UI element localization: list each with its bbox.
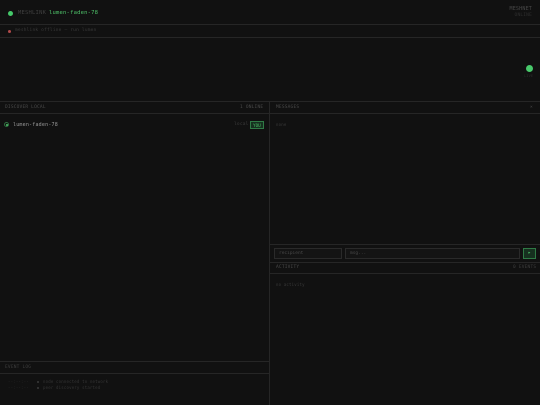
activity-header-divider <box>270 273 540 274</box>
events-top-divider <box>0 361 269 362</box>
session-status-text: meshlink offline — run lumen <box>15 28 97 33</box>
event-time: --:--:-- <box>8 379 29 384</box>
messages-header-divider <box>270 113 540 114</box>
event-text: peer discovery started <box>43 385 101 390</box>
peer-meta: local <box>234 122 249 127</box>
peer-name: lumen-faden-78 <box>13 122 58 128</box>
close-icon[interactable]: × <box>530 105 533 110</box>
event-text: node connected to network <box>43 379 109 384</box>
activity-top-divider <box>270 262 540 263</box>
status-dot <box>8 11 13 16</box>
event-time: --:--:-- <box>8 385 29 390</box>
node-name: lumen-faden-78 <box>49 10 99 16</box>
network-status: ONLINE <box>514 13 532 18</box>
network-name: MESHNET <box>509 6 532 12</box>
network-node-icon[interactable] <box>526 65 533 72</box>
event-bullet-icon <box>37 387 39 389</box>
panel-split-divider <box>269 101 270 405</box>
app-label: MESHLINK <box>18 10 47 16</box>
peer-status-dot <box>5 123 8 126</box>
activity-title: ACTIVITY <box>276 265 300 270</box>
peers-header-divider <box>0 113 269 114</box>
messages-empty-text: none <box>276 122 287 127</box>
peer-self-badge: YOU <box>250 121 264 129</box>
event-bullet-icon <box>37 381 39 383</box>
events-header-divider <box>0 373 269 374</box>
panels-top-divider <box>0 101 540 102</box>
network-node-label: LIVE <box>524 74 534 78</box>
events-title: EVENT LOG <box>5 365 32 370</box>
activity-count: 0 EVENTS <box>513 265 537 270</box>
session-status-icon <box>8 30 11 33</box>
send-button[interactable]: ▸ <box>523 248 536 259</box>
peers-title: DISCOVER LOCAL <box>5 105 46 110</box>
composer-top-divider <box>270 244 540 245</box>
messages-title: MESSAGES <box>276 105 300 110</box>
header-divider <box>0 24 540 25</box>
recipient-input[interactable] <box>274 248 342 259</box>
peers-count: 1 ONLINE <box>240 105 264 110</box>
message-input[interactable] <box>345 248 520 259</box>
session-divider <box>0 37 540 38</box>
activity-empty-text: no activity <box>276 282 305 287</box>
